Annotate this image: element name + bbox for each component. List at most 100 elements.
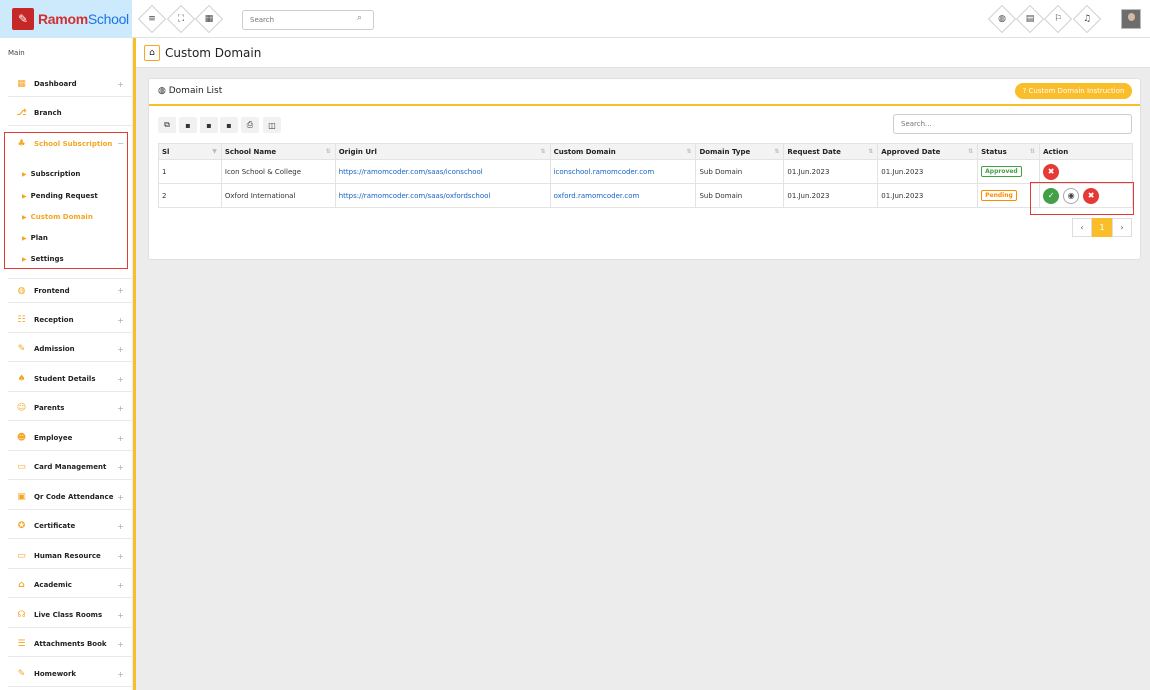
sidebar-item-label: Certificate bbox=[34, 522, 76, 530]
sidebar-item-employee[interactable]: ☻ Employee + bbox=[8, 426, 132, 451]
menu-icon: ≡ bbox=[148, 14, 156, 24]
table-search-input[interactable] bbox=[893, 114, 1132, 134]
trash-icon: ✖ bbox=[1047, 167, 1055, 176]
expand-icon: + bbox=[117, 315, 124, 325]
page-header bbox=[136, 38, 1150, 68]
sidebar-item-student-details[interactable]: ♠ Student Details + bbox=[8, 367, 132, 392]
menu-toggle-button[interactable]: ≡ bbox=[137, 4, 167, 34]
table-row: 1 Icon School & College https://ramomcod… bbox=[158, 159, 1133, 184]
search-icon[interactable]: ⌕ bbox=[357, 13, 362, 23]
columns-button[interactable]: ◫ bbox=[263, 117, 281, 133]
global-search-input[interactable] bbox=[242, 10, 374, 30]
sidebar-item-label: Employee bbox=[34, 434, 73, 442]
status-badge: Approved bbox=[981, 166, 1022, 177]
sidebar-item-label: Reception bbox=[34, 316, 74, 324]
expand-icon: + bbox=[117, 374, 124, 384]
pagination-prev-button[interactable]: ‹ bbox=[1072, 218, 1092, 237]
print-button[interactable]: ⎙ bbox=[241, 117, 259, 133]
grid-icon: ▦ bbox=[204, 14, 214, 24]
cell-sl: 1 bbox=[158, 159, 222, 184]
admission-icon: ✎ bbox=[17, 344, 26, 354]
home-icon[interactable]: ⌂ bbox=[144, 45, 160, 61]
sidebar-item-certificate[interactable]: ✪ Certificate + bbox=[8, 514, 132, 539]
sidebar-item-label: Dashboard bbox=[34, 80, 77, 88]
origin-url-link[interactable]: https://ramomcoder.com/saas/oxfordschool bbox=[339, 192, 491, 200]
expand-icon: + bbox=[117, 433, 124, 443]
attachments-icon: ☰ bbox=[17, 639, 26, 649]
cell-custom-domain: iconschool.ramomcoder.com bbox=[549, 159, 697, 184]
copy-button[interactable]: ⧉ bbox=[158, 117, 176, 133]
notifications-button[interactable]: ♫ bbox=[1072, 4, 1102, 34]
sort-icon: ⇅ bbox=[774, 147, 780, 155]
column-header-school-name[interactable]: School Name ⇅ bbox=[220, 143, 336, 160]
pdf-button[interactable]: ▪ bbox=[220, 117, 238, 133]
cell-school-name: Oxford International bbox=[220, 183, 336, 208]
expand-icon: + bbox=[117, 286, 124, 295]
sidebar-item-branch[interactable]: ⎇ Branch bbox=[8, 101, 132, 126]
custom-domain-link[interactable]: iconschool.ramomcoder.com bbox=[554, 168, 655, 176]
pagination-next-button[interactable]: › bbox=[1112, 218, 1132, 237]
sidebar-item-homework[interactable]: ✎ Homework + bbox=[8, 662, 132, 687]
cell-approved-date: 01.Jun.2023 bbox=[877, 159, 979, 184]
sidebar-item-parents[interactable]: ☺ Parents + bbox=[8, 396, 132, 421]
app-logo[interactable]: ✎ RamomSchool bbox=[0, 0, 132, 38]
pagination: ‹ 1 › bbox=[1072, 218, 1132, 237]
domain-table: Sl ▼ School Name ⇅ Origin Url ⇅ Custom Doma… bbox=[158, 143, 1133, 208]
fullscreen-button[interactable]: ⛶ bbox=[166, 4, 196, 34]
sidebar-item-dashboard[interactable]: ▦ Dashboard + bbox=[8, 72, 132, 97]
column-header-status[interactable]: Status ⇅ bbox=[977, 143, 1041, 160]
cell-request-date: 01.Jun.2023 bbox=[783, 183, 879, 208]
csv-button[interactable]: ▪ bbox=[179, 117, 197, 133]
column-header-origin-url[interactable]: Origin Url ⇅ bbox=[334, 143, 551, 160]
column-header-approved-date[interactable]: Approved Date ⇅ bbox=[877, 143, 979, 160]
custom-domain-instruction-button[interactable]: ? Custom Domain Instruction bbox=[1015, 83, 1132, 99]
panel-title: ◍ Domain List bbox=[158, 86, 223, 96]
expand-icon: + bbox=[117, 639, 124, 649]
user-avatar[interactable] bbox=[1121, 9, 1141, 29]
sidebar-item-attachments-book[interactable]: ☰ Attachments Book + bbox=[8, 632, 132, 657]
sidebar-item-live-class-rooms[interactable]: ☊ Live Class Rooms + bbox=[8, 603, 132, 628]
sidebar-item-label: Frontend bbox=[34, 286, 70, 295]
origin-url-link[interactable]: https://ramomcoder.com/saas/iconschool bbox=[339, 168, 483, 176]
column-header-action: Action bbox=[1039, 143, 1133, 160]
sidebar-item-label: Admission bbox=[34, 345, 75, 353]
column-header-sl[interactable]: Sl ▼ bbox=[158, 143, 222, 160]
custom-domain-link[interactable]: oxford.ramomcoder.com bbox=[554, 192, 640, 200]
sort-icon: ⇅ bbox=[686, 147, 692, 155]
cell-approved-date: 01.Jun.2023 bbox=[877, 183, 979, 208]
hr-icon: ▭ bbox=[17, 551, 26, 561]
pagination-page-button[interactable]: 1 bbox=[1092, 218, 1112, 237]
expand-icon: + bbox=[117, 462, 124, 472]
sidebar-item-human-resource[interactable]: ▭ Human Resource + bbox=[8, 544, 132, 569]
language-button[interactable]: ◍ bbox=[987, 4, 1017, 34]
live-class-icon: ☊ bbox=[17, 610, 26, 620]
cell-custom-domain: oxford.ramomcoder.com bbox=[549, 183, 697, 208]
frontend-icon: ◍ bbox=[17, 285, 26, 296]
sidebar-item-card-management[interactable]: ▭ Card Management + bbox=[8, 455, 132, 480]
sidebar-item-academic[interactable]: ⌂ Academic + bbox=[8, 573, 132, 598]
sidebar-item-frontend[interactable]: ◍ Frontend + bbox=[8, 278, 132, 303]
expand-icon: + bbox=[117, 551, 124, 561]
flag-icon: ⚐ bbox=[1053, 14, 1063, 24]
excel-button[interactable]: ▪ bbox=[200, 117, 218, 133]
bell-icon: ♫ bbox=[1082, 14, 1092, 24]
cell-origin-url: https://ramomcoder.com/saas/oxfordschool bbox=[334, 183, 551, 208]
flag-button[interactable]: ⚐ bbox=[1043, 4, 1073, 34]
chevron-right-icon: › bbox=[1120, 223, 1124, 232]
parents-icon: ☺ bbox=[16, 403, 27, 413]
delete-button[interactable]: ✖ bbox=[1043, 163, 1060, 180]
globe-icon: ◍ bbox=[158, 86, 166, 96]
column-header-custom-domain[interactable]: Custom Domain ⇅ bbox=[549, 143, 697, 160]
sort-icon: ⇅ bbox=[868, 147, 874, 155]
fullscreen-icon: ⛶ bbox=[177, 14, 185, 24]
sidebar-item-admission[interactable]: ✎ Admission + bbox=[8, 337, 132, 362]
calendar-button[interactable]: ▤ bbox=[1015, 4, 1045, 34]
sidebar-item-reception[interactable]: ☷ Reception + bbox=[8, 308, 132, 333]
expand-icon: + bbox=[117, 403, 124, 413]
grid-button[interactable]: ▦ bbox=[194, 4, 224, 34]
sidebar-item-qr-code-attendance[interactable]: ▣ Qr Code Attendance + bbox=[8, 485, 132, 510]
columns-icon: ◫ bbox=[268, 120, 276, 130]
column-header-domain-type[interactable]: Domain Type ⇅ bbox=[695, 143, 785, 160]
column-header-request-date[interactable]: Request Date ⇅ bbox=[783, 143, 879, 160]
domain-list-panel: ◍ Domain List ? Custom Domain Instructio… bbox=[148, 78, 1141, 260]
